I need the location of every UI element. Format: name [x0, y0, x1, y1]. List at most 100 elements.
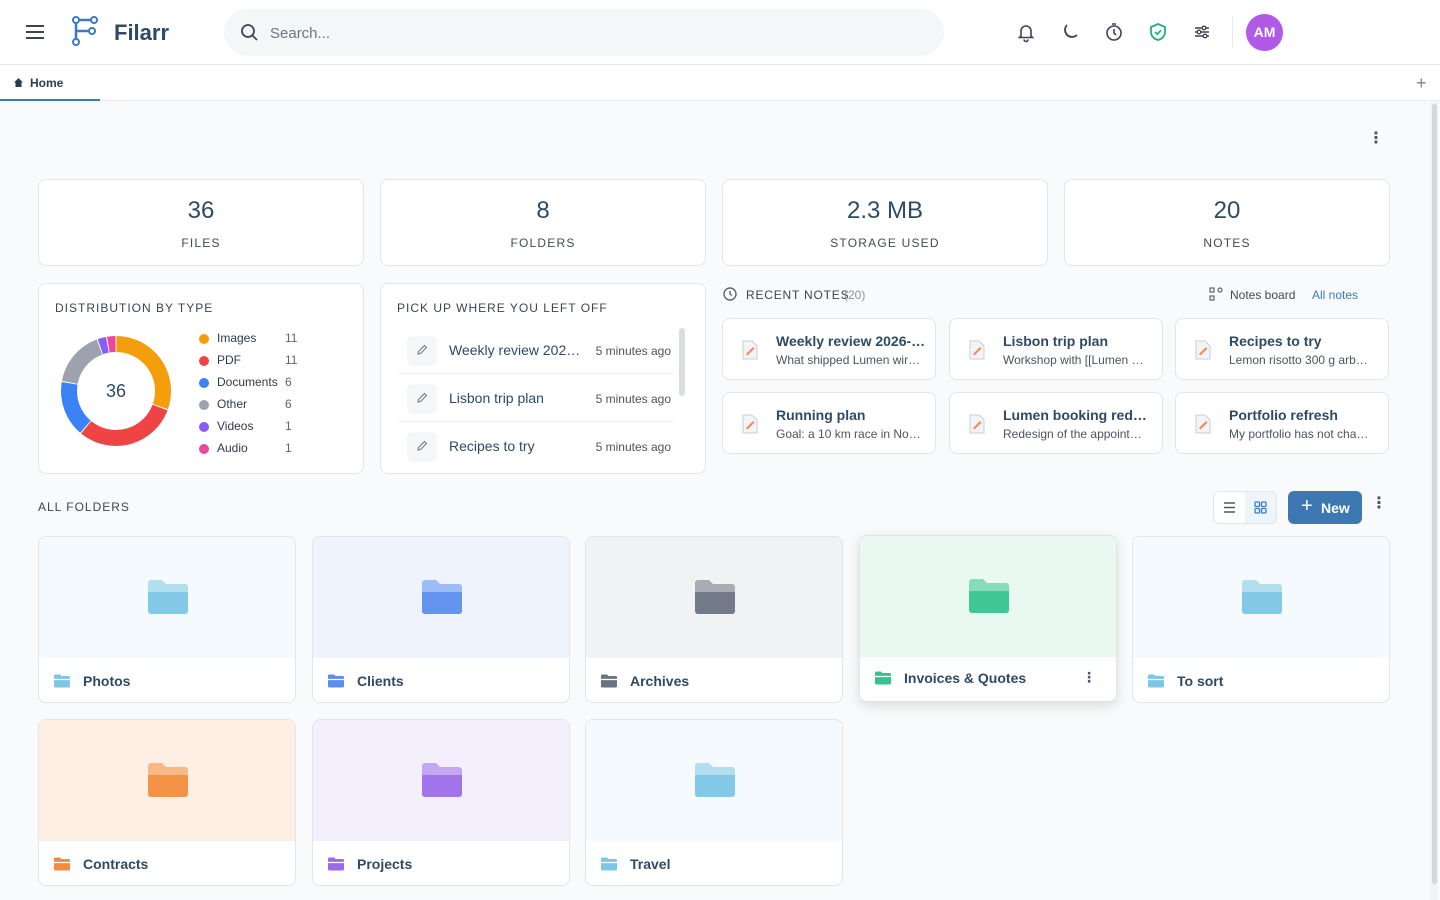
list-view-button[interactable]	[1214, 492, 1245, 523]
legend-item-documents: Documents 6	[199, 373, 339, 395]
note-title: Weekly review 2026-07-13	[776, 333, 926, 349]
add-tab-icon[interactable]: +	[1416, 73, 1427, 94]
folder-card-projects[interactable]: Projects	[312, 719, 570, 886]
bell-icon[interactable]	[1015, 21, 1037, 43]
folders-more-icon[interactable]: ⋮	[1371, 493, 1387, 513]
top-bar: Filarr AM	[0, 0, 1440, 65]
note-snippet: My portfolio has not changed	[1229, 427, 1374, 441]
new-button[interactable]: + New	[1288, 491, 1362, 524]
stat-value: 2.3 MB	[846, 197, 924, 224]
legend-name: Other	[217, 397, 248, 411]
recent-files-panel: PICK UP WHERE YOU LEFT OFF Weekly review…	[380, 283, 706, 474]
recent-item-time: 5 minutes ago	[595, 392, 671, 406]
legend-item-images: Images 11	[199, 329, 339, 351]
recent-item-title: Lisbon trip plan	[449, 390, 544, 406]
donut-total: 36	[106, 381, 126, 401]
note-title: Portfolio refresh	[1229, 407, 1338, 423]
legend-item-other: Other 6	[199, 395, 339, 417]
folder-name: Invoices & Quotes	[904, 670, 1027, 686]
timer-icon[interactable]	[1103, 21, 1125, 43]
folder-small-icon	[54, 857, 70, 871]
folder-preview	[313, 720, 569, 841]
folder-card-invoices-quotes[interactable]: Invoices & Quotes ⋮	[859, 535, 1117, 702]
stat-value: 20	[1213, 197, 1241, 224]
home-icon	[14, 78, 23, 87]
folder-preview	[586, 720, 842, 841]
note-card[interactable]: Recipes to try Lemon risotto 300 g arbor…	[1175, 318, 1389, 380]
recent-item-time: 5 minutes ago	[595, 344, 671, 358]
shield-check-icon[interactable]	[1147, 21, 1169, 43]
legend-name: Audio	[217, 441, 248, 455]
list-view-icon	[1224, 502, 1235, 513]
legend-count: 6	[285, 375, 292, 389]
stat-value: 8	[536, 197, 550, 224]
folder-card-contracts[interactable]: Contracts	[38, 719, 296, 886]
donut-slice-videos	[97, 336, 109, 355]
tab-bar: Home +	[0, 65, 1440, 101]
note-snippet: Lemon risotto 300 g arborio rice	[1229, 353, 1374, 367]
folder-card-archives[interactable]: Archives	[585, 536, 843, 703]
folder-card-photos[interactable]: Photos	[38, 536, 296, 703]
recent-item-title: Recipes to try	[449, 438, 535, 454]
all-folders-title: ALL FOLDERS	[38, 500, 130, 514]
all-notes-link[interactable]: All notes	[1312, 288, 1358, 302]
note-file-icon	[969, 340, 985, 360]
board-icon	[1209, 287, 1223, 301]
folder-more-icon[interactable]: ⋮	[1082, 669, 1096, 686]
folder-card-travel[interactable]: Travel	[585, 719, 843, 886]
tab-home[interactable]: Home	[0, 65, 100, 101]
note-card[interactable]: Lumen booking redesign Redesign of the a…	[949, 392, 1163, 454]
folder-name: Archives	[630, 673, 690, 689]
search-bar[interactable]	[224, 9, 944, 56]
notes-board-link[interactable]: Notes board	[1230, 288, 1295, 302]
donut-slice-pdf	[81, 404, 168, 446]
legend-name: PDF	[217, 353, 241, 367]
folder-card-to-sort[interactable]: To sort	[1132, 536, 1390, 703]
recent-files-title: PICK UP WHERE YOU LEFT OFF	[397, 301, 608, 315]
menu-icon[interactable]	[24, 22, 48, 42]
folder-preview	[313, 537, 569, 658]
folder-name: Photos	[83, 673, 131, 689]
settings-sliders-icon[interactable]	[1191, 21, 1213, 43]
note-file-icon	[1195, 340, 1211, 360]
note-card[interactable]: Portfolio refresh My portfolio has not c…	[1175, 392, 1389, 454]
user-avatar[interactable]: AM	[1246, 14, 1283, 51]
recent-item[interactable]: Lisbon trip plan 5 minutes ago	[399, 376, 673, 422]
stat-card-storage: 2.3 MB STORAGE USED	[722, 179, 1048, 266]
distribution-title: DISTRIBUTION BY TYPE	[55, 301, 214, 315]
stat-label: STORAGE USED	[830, 236, 940, 250]
distribution-donut-chart: 36	[61, 336, 171, 446]
legend-dot	[199, 444, 209, 454]
legend-name: Images	[217, 331, 257, 345]
stat-card-files: 36 FILES	[38, 179, 364, 266]
folder-preview	[1133, 537, 1389, 658]
recent-item[interactable]: Recipes to try 5 minutes ago	[399, 424, 673, 470]
stat-label: FOLDERS	[510, 236, 576, 250]
note-snippet: Redesign of the appointment flow	[1003, 427, 1148, 441]
page-more-icon[interactable]: ⋮	[1368, 128, 1384, 150]
folder-icon	[695, 580, 735, 614]
folder-preview	[39, 537, 295, 658]
legend-item-pdf: PDF 11	[199, 351, 339, 373]
grid-view-button[interactable]	[1245, 492, 1276, 523]
folder-name: Projects	[357, 856, 413, 872]
search-icon	[241, 24, 258, 41]
note-title: Recipes to try	[1229, 333, 1322, 349]
donut-slice-other	[61, 339, 103, 385]
recent-item[interactable]: Weekly review 2026-07-13 5 minutes ago	[399, 328, 673, 374]
folder-icon	[148, 580, 188, 614]
recent-list-scrollbar[interactable]	[679, 328, 685, 396]
legend-dot	[199, 378, 209, 388]
moon-icon[interactable]	[1059, 21, 1081, 43]
note-card[interactable]: Running plan Goal: a 10 km race in Novem…	[722, 392, 936, 454]
note-card[interactable]: Lisbon trip plan Workshop with [[Lumen b…	[949, 318, 1163, 380]
recent-notes-count: (20)	[844, 288, 866, 302]
folder-icon	[422, 763, 462, 797]
stat-value: 36	[187, 197, 215, 224]
legend-item-audio: Audio 1	[199, 439, 339, 461]
legend-count: 11	[285, 353, 298, 367]
page-scrollbar-thumb[interactable]	[1432, 104, 1437, 884]
folder-card-clients[interactable]: Clients	[312, 536, 570, 703]
note-card[interactable]: Weekly review 2026-07-13 What shipped Lu…	[722, 318, 936, 380]
search-input[interactable]	[270, 21, 910, 45]
